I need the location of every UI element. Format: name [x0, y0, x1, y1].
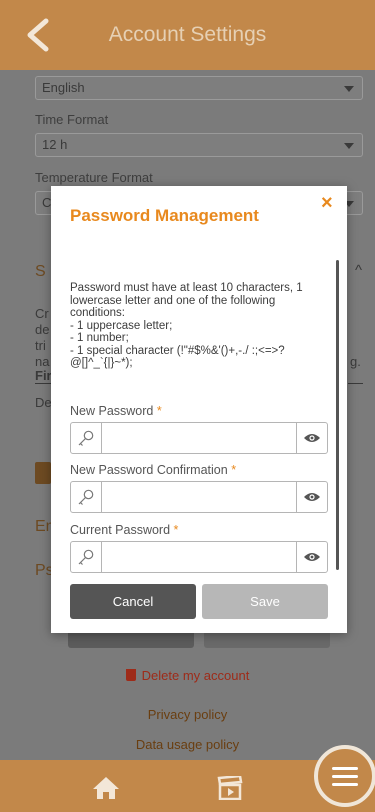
new-password-input[interactable]: [102, 423, 297, 453]
cancel-button[interactable]: Cancel: [70, 584, 196, 619]
new-password-field: [70, 422, 328, 454]
current-password-input[interactable]: [102, 542, 297, 572]
key-icon: [71, 542, 102, 572]
eye-icon[interactable]: [296, 542, 327, 572]
current-password-label: Current Password *: [70, 523, 178, 537]
text-fragment: na: [35, 354, 50, 369]
chevron-up-icon[interactable]: ^: [355, 262, 362, 279]
modal-title: Password Management: [70, 206, 259, 225]
time-format-value: 12 h: [42, 137, 68, 152]
required-marker: *: [231, 463, 237, 477]
new-password-confirmation-label-text: New Password Confirmation: [70, 463, 228, 477]
new-password-confirmation-label: New Password Confirmation *: [70, 463, 236, 477]
current-password-label-text: Current Password: [70, 523, 171, 537]
new-password-label-text: New Password: [70, 404, 154, 418]
text-fragment: De: [35, 395, 52, 410]
privacy-policy-link[interactable]: Privacy policy: [0, 707, 375, 722]
save-button[interactable]: Save: [202, 584, 328, 619]
chevron-down-icon: [344, 86, 354, 92]
language-value: English: [42, 80, 85, 95]
delete-account-link[interactable]: Delete my account: [0, 668, 375, 683]
required-marker: *: [156, 404, 162, 418]
eye-icon[interactable]: [296, 482, 327, 512]
new-password-confirmation-field: [70, 481, 328, 513]
required-marker: *: [173, 523, 179, 537]
time-format-label: Time Format: [35, 112, 109, 127]
password-rules-text: Password must have at least 10 character…: [70, 282, 303, 369]
delete-account-label: Delete my account: [141, 668, 250, 683]
page-title: Account Settings: [108, 23, 267, 46]
key-icon: [71, 423, 102, 453]
text-fragment: Cr: [35, 306, 49, 321]
clapperboard-icon[interactable]: [216, 776, 244, 800]
close-icon[interactable]: ×: [321, 192, 333, 215]
scrollbar[interactable]: [336, 260, 339, 570]
key-icon: [71, 482, 102, 512]
temperature-format-label: Temperature Format: [35, 170, 153, 185]
app-header: Account Settings: [0, 0, 375, 70]
eye-icon[interactable]: [296, 423, 327, 453]
trash-icon: [125, 669, 136, 681]
menu-icon[interactable]: [314, 745, 375, 807]
divider: [348, 383, 363, 384]
home-icon[interactable]: [92, 776, 120, 800]
password-management-modal: Password Management × Password must have…: [51, 186, 347, 633]
new-password-label: New Password *: [70, 404, 162, 418]
language-select[interactable]: English: [35, 76, 363, 100]
current-password-field: [70, 541, 328, 573]
section-title-fragment: S: [35, 263, 46, 280]
temperature-value: C: [42, 195, 52, 210]
text-fragment: tri: [35, 338, 46, 353]
new-password-confirmation-input[interactable]: [102, 482, 297, 512]
text-fragment: de: [35, 322, 50, 337]
text-fragment: g.: [350, 354, 361, 369]
time-format-select[interactable]: 12 h: [35, 133, 363, 157]
heading-fragment: Fir: [35, 368, 52, 384]
toggle-fragment[interactable]: [35, 462, 51, 484]
chevron-down-icon: [344, 143, 354, 149]
chevron-left-icon[interactable]: [24, 18, 52, 52]
data-usage-policy-link[interactable]: Data usage policy: [0, 737, 375, 752]
